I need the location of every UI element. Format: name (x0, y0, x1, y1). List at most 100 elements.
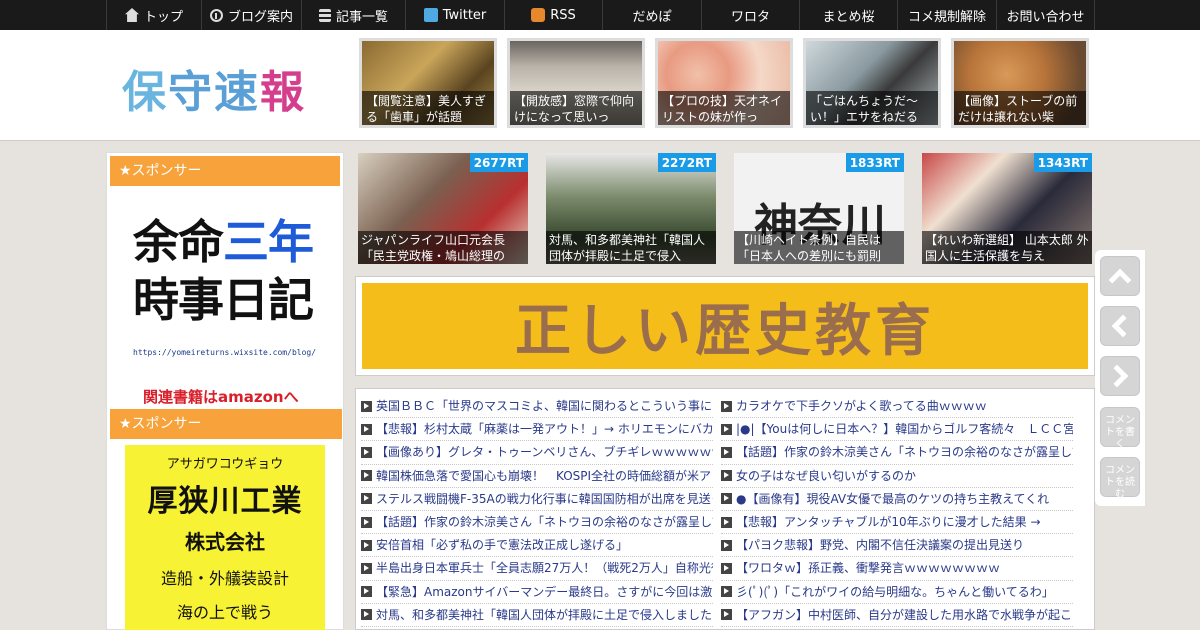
article-title: 韓国株価急落で愛国心も崩壊！ KOSPI全社の時価総額が米アップル (376, 468, 713, 483)
article-list-item[interactable]: 対馬、和多都美神社「韓国人団体が拝殿に土足で侵入しました (361, 604, 713, 627)
article-title: 英国ＢＢＣ「世界のマスコミよ、韓国に関わるとこういう事になる (376, 399, 713, 414)
arrow-right-icon (721, 423, 732, 435)
article-title: 彡(ﾟ)(ﾟ)「これがワイの給与明細な。ちゃんと働いてるわ」 (736, 584, 1054, 599)
nav-label: だめぽ (632, 9, 672, 25)
arrow-right-icon (721, 539, 732, 551)
nav-item-top[interactable]: トップ (107, 0, 202, 30)
nav-item-article-list[interactable]: 記事一覧 (302, 0, 406, 30)
read-comment-button[interactable]: コメントを読む (1100, 457, 1140, 500)
sponsor-ad-asagawa[interactable]: アサガワコウギョウ 厚狭川工業 株式会社 造船・外艤装設計 海の上で戦う (125, 445, 325, 630)
article-title: 【パヨク悲報】野党、内閣不信任決議案の提出見送り (736, 538, 1025, 553)
ranking-caption: ジャパンライフ山口元会長「民主党政権・鳩山総理の (358, 231, 528, 264)
nav-item-twitter[interactable]: Twitter (406, 0, 505, 30)
prev-article-button[interactable] (1100, 306, 1140, 346)
arrow-right-icon (721, 609, 732, 621)
logo-char: 守 (168, 67, 214, 118)
next-article-button[interactable] (1100, 356, 1140, 396)
ad-text: 余命 (133, 215, 224, 269)
article-title: 【アフガン】中村医師、自分が建設した用水路で水戦争が起こ (736, 607, 1073, 622)
nav-item-comment-unban[interactable]: コメ規制解除 (898, 0, 997, 30)
article-list-item[interactable]: ステルス戦闘機F-35Aの戦力化行事に韓国国防相が出席を見送った (361, 488, 713, 511)
logo-char: 報 (260, 67, 306, 118)
ad-tagline: 海の上で戦う (176, 603, 273, 622)
arrow-right-icon (361, 423, 372, 435)
article-list-item[interactable]: 英国ＢＢＣ「世界のマスコミよ、韓国に関わるとこういう事になる (361, 395, 713, 419)
nav-items: トップ ブログ案内 記事一覧 Twitter RSS だめぽ ワロタ まとめ桜 … (106, 0, 1095, 30)
article-list-item[interactable]: カラオケで下手クソがよく歌ってる曲ｗｗｗｗ (721, 395, 1073, 419)
article-list-item[interactable]: 韓国株価急落で愛国心も崩壊！ KOSPI全社の時価総額が米アップル (361, 465, 713, 488)
article-title: 半島出身日本軍兵士「全員志願27万人！（戦死2万人」自称光復軍 (376, 561, 713, 576)
article-title: 【悲報】杉村太蔵「麻薬は一発アウト！」→ ホリエモンにバカにされる (376, 422, 713, 437)
ad-title-line2: 時事日記 (133, 273, 314, 327)
arrow-right-icon (721, 562, 732, 574)
top-navigation-bar: トップ ブログ案内 記事一覧 Twitter RSS だめぽ ワロタ まとめ桜 … (0, 0, 1200, 30)
ad-service: 造船・外艤装設計 (160, 569, 289, 588)
sponsor-header: ★スポンサー (110, 156, 340, 186)
header-thumb[interactable]: 「ごはんちょうだ～い！」エサをねだる (803, 38, 941, 128)
nav-label: ブログ案内 (227, 9, 293, 25)
arrow-right-icon (361, 493, 372, 505)
chevron-right-icon (1105, 364, 1129, 388)
nav-item-blog-guide[interactable]: ブログ案内 (202, 0, 302, 30)
scroll-top-button[interactable] (1100, 256, 1140, 296)
ad-kana: アサガワコウギョウ (166, 457, 284, 472)
article-list-item[interactable]: 【画像あり】グレタ・トゥーンベリさん、ブチギレｗｗｗｗｗｗ (361, 441, 713, 465)
thumb-caption: 【画像】ストーブの前だけは譲れない柴 (954, 91, 1086, 125)
header-thumb[interactable]: 【プロの技】天才ネイリストの妹が作っ (655, 38, 793, 128)
header-thumb[interactable]: 【閲覧注意】美人すぎる「歯車」が話題 (359, 38, 497, 128)
header-thumb[interactable]: 【画像】ストーブの前だけは譲れない柴 (951, 38, 1089, 128)
chevron-left-icon (1111, 314, 1135, 338)
retweet-count-badge: 2272RT (657, 153, 716, 172)
ad-corp-type: 株式会社 (185, 530, 265, 554)
article-list-item[interactable]: 【パヨク悲報】野党、内閣不信任決議案の提出見送り (721, 534, 1073, 558)
arrow-right-icon (361, 470, 372, 482)
nav-label: トップ (143, 9, 183, 25)
article-list-item[interactable]: 【悲報】アンタッチャブルが10年ぶりに漫才した結果 → (721, 511, 1073, 535)
article-list-item[interactable]: 【話題】作家の鈴木涼美さん「ネトウヨの余裕のなさが露呈して (361, 511, 713, 535)
thumb-caption: 【プロの技】天才ネイリストの妹が作っ (658, 91, 790, 125)
write-comment-button[interactable]: コメントを書く (1100, 407, 1140, 450)
article-list-item[interactable]: 【緊急】Amazonサイバーマンデー最終日。さすがに今回は激ア (361, 581, 713, 604)
nav-label: ワロタ (730, 9, 770, 25)
arrow-right-icon (721, 446, 732, 458)
ranking-caption: 【川崎ヘイト条例】自民は「日本人への差別にも罰則 (734, 231, 904, 264)
site-logo[interactable]: 保守速報 (122, 56, 306, 120)
nav-item-rss[interactable]: RSS (505, 0, 603, 30)
article-title: ステルス戦闘機F-35Aの戦力化行事に韓国国防相が出席を見送った (376, 491, 713, 506)
article-list-item[interactable]: 【アフガン】中村医師、自分が建設した用水路で水戦争が起こ (721, 604, 1073, 627)
history-education-banner[interactable]: 正しい歴史教育 (355, 276, 1095, 376)
retweet-count-badge: 1343RT (1033, 153, 1092, 172)
article-list-item[interactable]: |●|【Youは何しに日本へ？】韓国からゴルフ客続々 ＬＣＣ宮崎 (721, 418, 1073, 442)
header-thumb[interactable]: 【開放感】窓際で仰向けになって思いっ (507, 38, 645, 128)
ranking-item[interactable]: 2677RT ジャパンライフ山口元会長「民主党政権・鳩山総理の (358, 153, 528, 264)
article-list-item[interactable]: 安倍首相「必ず私の手で憲法改正成し遂げる」 (361, 534, 713, 558)
article-title: 【緊急】Amazonサイバーマンデー最終日。さすがに今回は激ア (376, 584, 713, 599)
retweet-count-badge: 1833RT (845, 153, 904, 172)
amazon-link[interactable]: 関連書籍はamazonへ (143, 386, 299, 407)
ranking-item[interactable]: 1343RT 【れいわ新選組】 山本太郎 外国人に生活保護を与え (922, 153, 1092, 264)
article-title: 【画像あり】グレタ・トゥーンベリさん、ブチギレｗｗｗｗｗｗ (376, 445, 713, 460)
nav-item-warota[interactable]: ワロタ (702, 0, 800, 30)
nav-item-damepo[interactable]: だめぽ (603, 0, 702, 30)
article-list-item[interactable]: 女の子はなぜ良い匂いがするのか (721, 465, 1073, 488)
floating-buttons: コメントを書く コメントを読む (1095, 250, 1145, 506)
article-title: 【話題】作家の鈴木涼美さん「ネトウヨの余裕のなさが露呈して (736, 445, 1073, 460)
article-list-item[interactable]: ●【画像有】現役AV女優で最高のケツの持ち主教えてくれ (721, 488, 1073, 511)
article-list-item[interactable]: 彡(ﾟ)(ﾟ)「これがワイの給与明細な。ちゃんと働いてるわ」 (721, 581, 1073, 604)
retweet-count-badge: 2677RT (469, 153, 528, 172)
article-list-item[interactable]: 半島出身日本軍兵士「全員志願27万人！（戦死2万人」自称光復軍 (361, 557, 713, 581)
article-list-item[interactable]: 【ワロタｗ】孫正義、衝撃発言ｗｗｗｗｗｗｗｗ (721, 557, 1073, 581)
ranking-item[interactable]: 神奈川 1833RT 【川崎ヘイト条例】自民は「日本人への差別にも罰則 (734, 153, 904, 264)
article-list-item[interactable]: 【話題】作家の鈴木涼美さん「ネトウヨの余裕のなさが露呈して (721, 441, 1073, 465)
ranking-item[interactable]: 2272RT 対馬、和多都美神社「韓国人団体が拝殿に土足で侵入 (546, 153, 716, 264)
arrow-right-icon (721, 400, 732, 412)
ranking-caption: 【れいわ新選組】 山本太郎 外国人に生活保護を与え (922, 231, 1092, 264)
nav-label: RSS (550, 7, 576, 23)
article-title: 安倍首相「必ず私の手で憲法改正成し遂げる」 (376, 538, 629, 553)
arrow-right-icon (721, 516, 732, 528)
article-list-item[interactable]: 【悲報】杉村太蔵「麻薬は一発アウト！」→ ホリエモンにバカにされる (361, 418, 713, 442)
sponsor-ad-yomei[interactable]: 余命三年 時事日記 https://yomeireturns.wixsite.c… (107, 186, 343, 406)
nav-label: Twitter (442, 7, 487, 23)
nav-item-matome-sakura[interactable]: まとめ桜 (800, 0, 898, 30)
nav-item-contact[interactable]: お問い合わせ (997, 0, 1095, 30)
